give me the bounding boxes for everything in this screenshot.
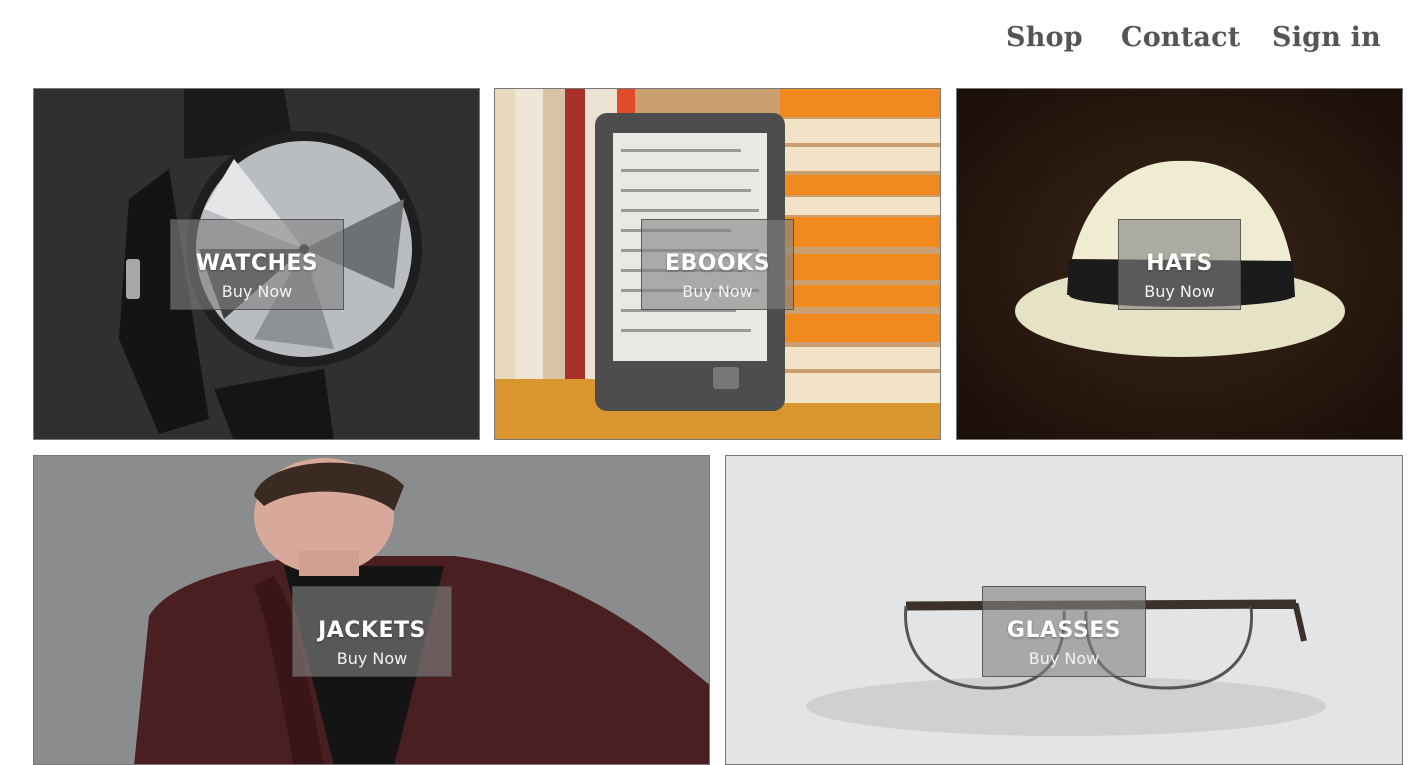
nav-shop-link[interactable]: Shop — [1006, 22, 1083, 53]
buy-now-link[interactable]: Buy Now — [171, 282, 343, 301]
category-label: HATS — [1146, 251, 1213, 276]
buy-now-link[interactable]: Buy Now — [642, 282, 793, 301]
category-label: GLASSES — [1006, 618, 1122, 643]
category-overlay-jackets[interactable]: JACKETS Buy Now — [292, 586, 452, 677]
nav-contact-link[interactable]: Contact — [1121, 22, 1240, 53]
nav-sign-in-link[interactable]: Sign in — [1272, 22, 1381, 53]
category-tile-glasses[interactable]: GLASSES Buy Now — [725, 455, 1403, 765]
top-nav: Shop Contact Sign in — [0, 0, 1427, 88]
category-tile-ebooks[interactable]: EBOOKS Buy Now — [494, 88, 941, 440]
category-overlay-hats[interactable]: HATS Buy Now — [1118, 219, 1241, 310]
category-overlay-watches[interactable]: WATCHES Buy Now — [170, 219, 344, 310]
category-tile-watches[interactable]: WATCHES Buy Now — [33, 88, 480, 440]
category-label: EBOOKS — [664, 251, 771, 276]
buy-now-link[interactable]: Buy Now — [983, 649, 1145, 668]
category-overlay-glasses[interactable]: GLASSES Buy Now — [982, 586, 1146, 677]
category-label: WATCHES — [195, 251, 319, 276]
category-tile-jackets[interactable]: JACKETS Buy Now — [33, 455, 710, 765]
category-overlay-ebooks[interactable]: EBOOKS Buy Now — [641, 219, 794, 310]
category-label: JACKETS — [318, 618, 426, 643]
buy-now-link[interactable]: Buy Now — [293, 649, 451, 668]
category-tile-hats[interactable]: HATS Buy Now — [956, 88, 1403, 440]
buy-now-link[interactable]: Buy Now — [1119, 282, 1240, 301]
